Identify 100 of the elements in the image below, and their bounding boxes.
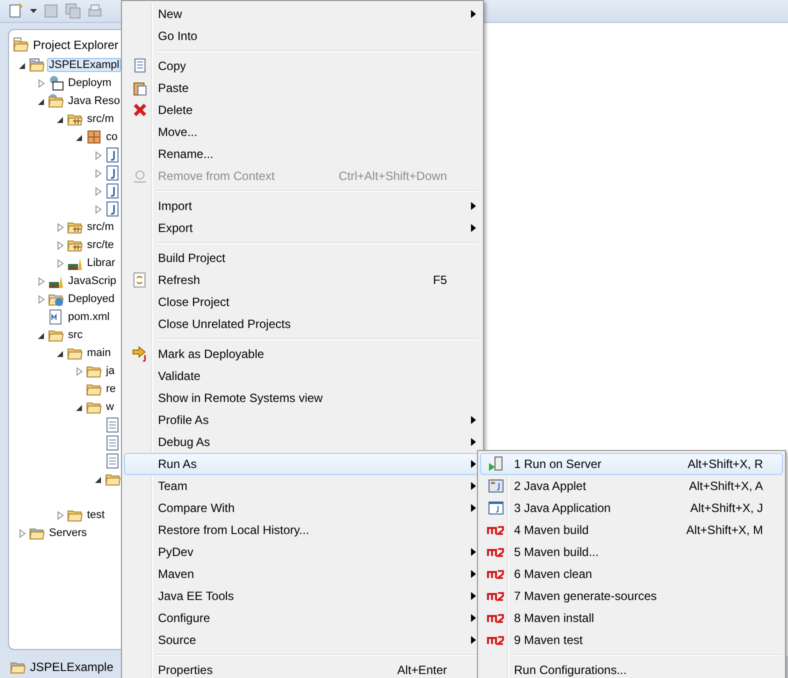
menu-item[interactable]: Compare With	[124, 497, 481, 519]
expanded-arrow-icon[interactable]	[75, 402, 84, 412]
status-label: JSPELExample	[30, 660, 114, 674]
tree-item[interactable]: re	[104, 382, 118, 396]
menu-item[interactable]: Copy	[124, 55, 481, 77]
menu-item[interactable]: 7 Maven generate-sources	[480, 585, 783, 607]
java-file-icon	[105, 147, 121, 163]
java-file-icon	[105, 183, 121, 199]
menu-item[interactable]: Source	[124, 629, 481, 651]
tree-item[interactable]: ja	[104, 364, 117, 378]
menu-item[interactable]: Profile As	[124, 409, 481, 431]
expanded-arrow-icon[interactable]	[37, 330, 46, 340]
menu-item[interactable]: 9 Maven test	[480, 629, 783, 651]
menu-item[interactable]: 2 Java Applet Alt+Shift+X, A	[480, 475, 783, 497]
collapsed-arrow-icon[interactable]	[37, 276, 46, 286]
panel-title[interactable]: Project Explorer	[33, 38, 118, 52]
tree-item[interactable]: src/te	[85, 238, 116, 252]
dropdown-caret-icon[interactable]	[30, 9, 37, 13]
collapsed-arrow-icon[interactable]	[75, 366, 84, 376]
menu-item[interactable]: Go Into	[124, 25, 481, 47]
tree-item[interactable]: w	[104, 400, 116, 414]
application-window-icon	[488, 500, 504, 516]
menu-item[interactable]: 8 Maven install	[480, 607, 783, 629]
tree-item[interactable]: Servers	[47, 526, 89, 540]
menu-item[interactable]: 5 Maven build...	[480, 541, 783, 563]
menu-item[interactable]: Configure	[124, 607, 481, 629]
menu-item[interactable]: Run Configurations...	[480, 659, 783, 678]
tree-item[interactable]: co	[104, 130, 120, 144]
applet-icon	[488, 478, 504, 494]
menu-item[interactable]: Properties Alt+Enter	[124, 659, 481, 678]
menu-item[interactable]: Rename...	[124, 143, 481, 165]
tree-item[interactable]: test	[85, 508, 107, 522]
expanded-arrow-icon[interactable]	[18, 60, 27, 70]
menu-item[interactable]: Refresh F5	[124, 269, 481, 291]
menu-item[interactable]: Java EE Tools	[124, 585, 481, 607]
package-icon	[86, 129, 102, 145]
menu-item[interactable]: Team	[124, 475, 481, 497]
collapsed-arrow-icon[interactable]	[56, 510, 65, 520]
collapsed-arrow-icon[interactable]	[94, 204, 103, 214]
menu-item[interactable]: Close Unrelated Projects	[124, 313, 481, 335]
tree-item[interactable]: main	[85, 346, 113, 360]
menu-item[interactable]: 6 Maven clean	[480, 563, 783, 585]
java-file-icon	[105, 201, 121, 217]
menu-item[interactable]: 3 Java Application Alt+Shift+X, J	[480, 497, 783, 519]
new-file-icon	[8, 3, 24, 19]
menu-item[interactable]: 4 Maven build Alt+Shift+X, M	[480, 519, 783, 541]
menu-item[interactable]: Paste	[124, 77, 481, 99]
collapsed-arrow-icon[interactable]	[56, 258, 65, 268]
expanded-arrow-icon[interactable]	[56, 348, 65, 358]
maven-m2-icon	[487, 612, 505, 624]
menu-item[interactable]: Move...	[124, 121, 481, 143]
collapsed-arrow-icon[interactable]	[18, 528, 27, 538]
menu-item[interactable]: Show in Remote Systems view	[124, 387, 481, 409]
copy-icon	[132, 58, 148, 74]
maven-m2-icon	[487, 546, 505, 558]
menu-item[interactable]: Close Project	[124, 291, 481, 313]
collapsed-arrow-icon[interactable]	[37, 294, 46, 304]
collapsed-arrow-icon[interactable]	[94, 168, 103, 178]
project-icon	[29, 57, 45, 73]
menu-item[interactable]: Build Project	[124, 247, 481, 269]
collapsed-arrow-icon[interactable]	[37, 78, 46, 88]
collapsed-arrow-icon[interactable]	[94, 150, 103, 160]
tree-item[interactable]: pom.xml	[66, 310, 112, 324]
maven-m2-icon	[487, 590, 505, 602]
collapsed-arrow-icon[interactable]	[56, 240, 65, 250]
save-icon	[43, 3, 59, 19]
expanded-arrow-icon[interactable]	[75, 132, 84, 142]
tree-item[interactable]: src/m	[85, 112, 116, 126]
java-resources-icon	[48, 93, 64, 109]
collapsed-arrow-icon[interactable]	[94, 186, 103, 196]
maven-m2-icon	[487, 568, 505, 580]
menu-item[interactable]: Export	[124, 217, 481, 239]
tree-item[interactable]: Java Reso	[66, 94, 122, 108]
expanded-arrow-icon[interactable]	[37, 96, 46, 106]
tree-item[interactable]: JavaScrip	[66, 274, 118, 288]
tree-item[interactable]: src/m	[85, 220, 116, 234]
menu-item[interactable]: PyDev	[124, 541, 481, 563]
menu-item[interactable]: Import	[124, 195, 481, 217]
document-icon	[105, 435, 121, 451]
save-all-icon	[65, 3, 81, 19]
expanded-arrow-icon[interactable]	[94, 474, 103, 484]
menu-item[interactable]: Restore from Local History...	[124, 519, 481, 541]
collapsed-arrow-icon[interactable]	[56, 222, 65, 232]
tree-item[interactable]: Deployed	[66, 292, 116, 306]
tree-item[interactable]: Deploym	[66, 76, 114, 90]
document-icon	[105, 417, 121, 433]
context-icon	[132, 168, 148, 184]
menu-item[interactable]: Maven	[124, 563, 481, 585]
menu-item[interactable]: 1 Run on Server Alt+Shift+X, R	[480, 453, 783, 475]
menu-item[interactable]: Delete	[124, 99, 481, 121]
menu-item[interactable]: Validate	[124, 365, 481, 387]
menu-item[interactable]: Debug As	[124, 431, 481, 453]
menu-item[interactable]: Mark as Deployable	[124, 343, 481, 365]
tree-item[interactable]: Librar	[85, 256, 118, 270]
xml-file-icon	[48, 309, 64, 325]
maven-m2-icon	[487, 524, 505, 536]
tree-item[interactable]: JSPELExampl	[47, 58, 122, 72]
refresh-icon	[132, 272, 148, 288]
tree-item[interactable]: src	[66, 328, 85, 342]
expanded-arrow-icon[interactable]	[56, 114, 65, 124]
